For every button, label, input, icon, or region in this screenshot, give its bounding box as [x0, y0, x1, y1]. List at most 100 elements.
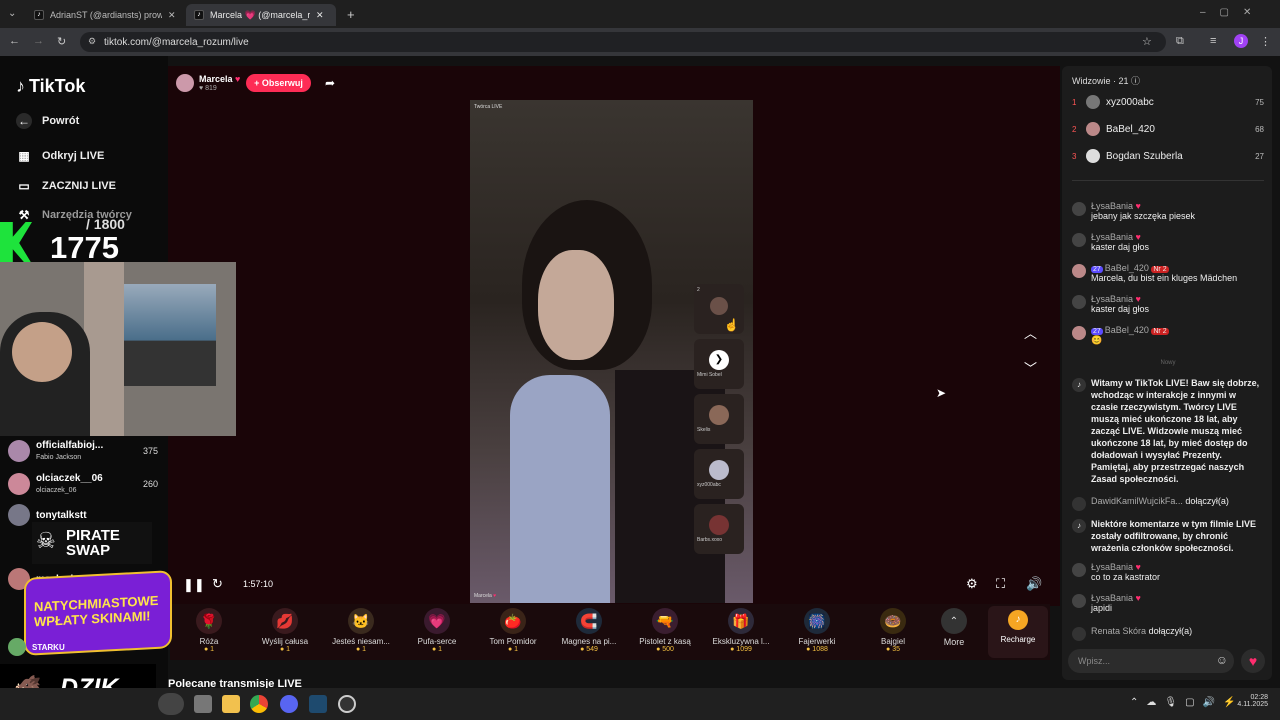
menu-icon[interactable]: ⋮: [1260, 35, 1271, 48]
gift-price: ● 1: [355, 646, 367, 653]
system-tray-icons[interactable]: ⌃☁🎙▢🔊⚡: [1130, 697, 1243, 708]
gift-more-button[interactable]: ⌃ More: [919, 608, 989, 647]
gift-name: Róża: [199, 637, 219, 646]
volume-icon[interactable]: 🔊: [1026, 576, 1042, 592]
gift-price: ● 1: [507, 646, 519, 653]
calendar-icon: ▦: [18, 149, 30, 163]
gift-price: ● 549: [580, 646, 598, 653]
gift-item[interactable]: 🐱 Jesteś niesam... ● 1: [326, 608, 396, 653]
address-bar[interactable]: tiktok.com/@marcela_rozum/live: [80, 32, 1166, 52]
sidebar-item-start-live[interactable]: ▭ ZACZNIJ LIVE: [16, 178, 116, 194]
forward-icon[interactable]: →: [33, 35, 44, 47]
gift-price: ● 1088: [806, 646, 828, 653]
site-info-icon[interactable]: ⚙: [88, 36, 96, 47]
overlay-list-item: STARKU: [8, 638, 158, 656]
skull-icon: ☠: [36, 528, 56, 553]
gift-item[interactable]: 🧲 Magnes na pi... ● 549: [554, 608, 624, 653]
gift-item[interactable]: 🌹 Róża ● 1: [174, 608, 244, 653]
mouse-cursor-icon: ➤: [936, 386, 947, 400]
back-icon[interactable]: ←: [9, 35, 20, 47]
reload-icon[interactable]: ↻: [57, 35, 66, 48]
camera-icon: ▭: [18, 179, 30, 193]
side-card[interactable]: ❯ Mimi Sobel: [694, 339, 744, 389]
tab-close-icon[interactable]: ✕: [168, 10, 176, 21]
chat-message: 27 BaBel_420 Nr 2 😊: [1072, 325, 1264, 346]
gift-item[interactable]: 💗 Pufa-serce ● 1: [402, 608, 472, 653]
curtain-shape: [84, 262, 124, 436]
previous-stream-icon[interactable]: ︿: [1024, 323, 1037, 342]
gift-item[interactable]: 💋 Wyślij całusa ● 1: [250, 608, 320, 653]
extensions-icon[interactable]: ⧉: [1176, 35, 1184, 48]
pirate-swap-logo: ☠ PIRATE SWAP: [32, 522, 152, 564]
gift-item[interactable]: 🎆 Fajerwerki ● 1088: [782, 608, 852, 653]
like-heart-button[interactable]: ♥: [1241, 649, 1265, 673]
tab-close-icon[interactable]: ✕: [316, 10, 324, 21]
sidebar-item-explore-live[interactable]: ▦ Odkryj LIVE: [16, 148, 104, 164]
browser-tab-1[interactable]: ♪ AdrianST (@ardiansts) prowadz... ✕: [26, 4, 184, 26]
chat-message: ŁysaBania ♥ co to za kastrator: [1072, 562, 1264, 582]
side-card[interactable]: xyz000abc: [694, 449, 744, 499]
gift-item[interactable]: 🍅 Tom Pomidor ● 1: [478, 608, 548, 653]
chat-message: ŁysaBania ♥ kaster daj głos: [1072, 232, 1264, 252]
host-likes: ♥ 819: [199, 85, 217, 92]
host-name[interactable]: Marcela ♥: [199, 74, 240, 84]
tab-list-icon[interactable]: ⌄: [8, 8, 16, 19]
browser-tab-2[interactable]: ♪ Marcela 💗 (@marcela_rozu... ✕: [186, 4, 336, 26]
search-icon[interactable]: [158, 693, 184, 715]
media-icon[interactable]: ≡: [1210, 35, 1216, 47]
hand-cursor-icon: ☝: [724, 318, 739, 332]
profile-avatar[interactable]: J: [1234, 34, 1248, 48]
next-stream-icon[interactable]: ﹀: [1024, 358, 1037, 377]
window-view: [124, 284, 216, 386]
person-face-shape: [12, 322, 72, 382]
settings-icon[interactable]: ⚙: [966, 576, 978, 592]
tiktok-note-icon: ♪: [16, 76, 25, 96]
refresh-icon[interactable]: ↻: [212, 576, 223, 592]
chevron-up-icon: ⌃: [941, 608, 967, 634]
bookmark-star-icon[interactable]: ☆: [1142, 35, 1152, 48]
overlay-list-item: officialfabioj... Fabio Jackson 375: [8, 440, 158, 462]
new-tab-icon[interactable]: +: [347, 7, 355, 22]
side-card[interactable]: Skelis: [694, 394, 744, 444]
viewer-row[interactable]: 2 BaBel_420 68: [1072, 122, 1264, 136]
chrome-icon[interactable]: [250, 695, 268, 713]
host-avatar[interactable]: [176, 74, 194, 92]
gift-name: Wyślij całusa: [261, 637, 309, 646]
filter-message: ♪ Niektóre komentarze w tym filmie LIVE z…: [1072, 518, 1264, 554]
gift-price: ● 35: [886, 646, 900, 653]
gift-item[interactable]: 🍩 Bajgiel ● 35: [858, 608, 928, 653]
clock[interactable]: 02:28 4.11.2025: [1230, 694, 1268, 708]
gift-name: Pistolet z kasą: [639, 637, 691, 646]
gift-item[interactable]: 🔫 Pistolet z kasą ● 500: [630, 608, 700, 653]
tiktok-logo[interactable]: ♪ TikTok: [16, 76, 85, 97]
fullscreen-icon[interactable]: ⛶: [996, 576, 1005, 592]
face-shape: [538, 250, 614, 360]
share-icon[interactable]: ➦: [325, 76, 335, 90]
chat-message: ŁysaBania ♥ kaster daj głos: [1072, 294, 1264, 314]
back-button[interactable]: ← Powrót: [16, 113, 79, 129]
gift-price: ● 500: [656, 646, 674, 653]
chat-input[interactable]: Wpisz... ☺: [1068, 649, 1234, 673]
window-controls[interactable]: –▢✕: [1200, 7, 1265, 18]
pause-icon[interactable]: ❚❚: [183, 577, 205, 593]
gift-price: ● 1: [431, 646, 443, 653]
obs-icon[interactable]: [338, 695, 356, 713]
file-explorer-icon[interactable]: [222, 695, 240, 713]
gift-icon: 🍅: [500, 608, 526, 634]
chat-message: ŁysaBania ♥ jebany jak szczęka piesek: [1072, 201, 1264, 221]
side-card[interactable]: Barbs.xoxo: [694, 504, 744, 554]
recharge-button[interactable]: ♪ Recharge: [988, 606, 1048, 658]
avatar: [1086, 149, 1100, 163]
discord-icon[interactable]: [280, 695, 298, 713]
gift-item[interactable]: 🎁 Ekskluzywna l... ● 1099: [706, 608, 776, 653]
follow-button[interactable]: + Obserwuj: [246, 74, 311, 92]
viewer-row[interactable]: 3 Bogdan Szuberla 27: [1072, 149, 1264, 163]
video-bottom-label: Marcela ♥: [474, 593, 497, 599]
viewer-row[interactable]: 1 xyz000abc 75: [1072, 95, 1264, 109]
taskbar: [0, 688, 1280, 720]
gift-name: Ekskluzywna l...: [712, 637, 770, 646]
task-view-icon[interactable]: [194, 695, 212, 713]
emoji-icon[interactable]: ☺: [1216, 653, 1228, 667]
terminal-icon[interactable]: [309, 695, 327, 713]
avatar: [1086, 122, 1100, 136]
